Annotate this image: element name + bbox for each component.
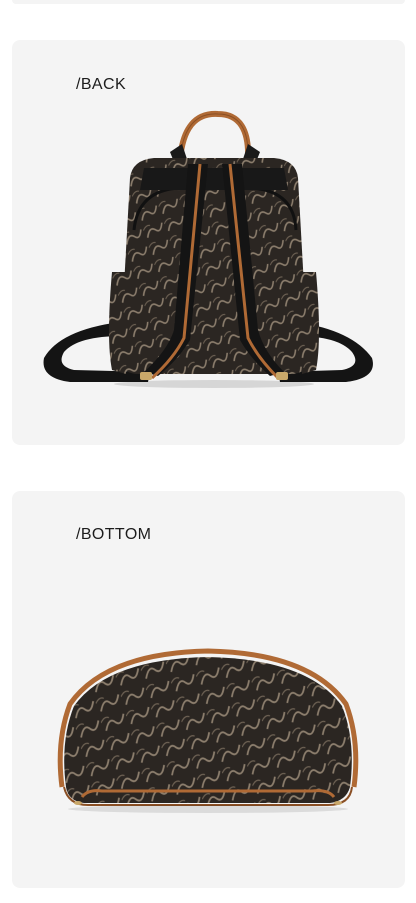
- backpack-back-image: [43, 110, 373, 388]
- previous-panel-edge: [12, 0, 405, 4]
- bottom-view-panel: /BOTTOM: [12, 491, 405, 888]
- backpack-bottom-image: [57, 648, 359, 813]
- back-view-panel: /BACK: [12, 40, 405, 445]
